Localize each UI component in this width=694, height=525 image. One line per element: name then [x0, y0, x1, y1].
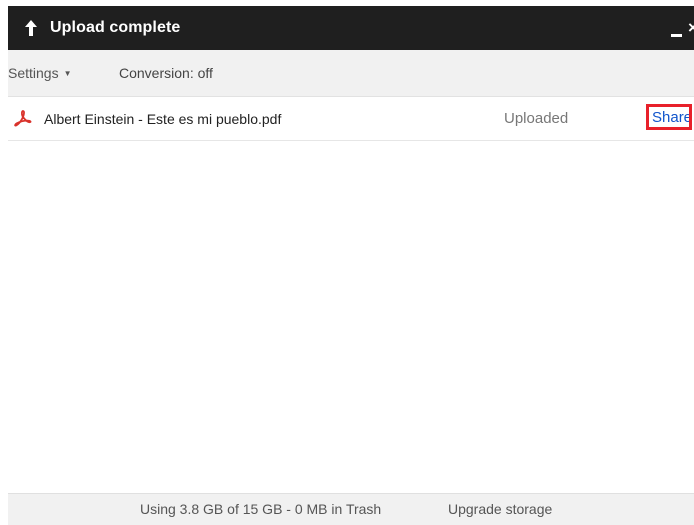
upload-dialog: Upload complete × Settings ▼ Conversion: …	[0, 0, 694, 525]
share-label: Share	[652, 109, 692, 126]
minimize-icon	[671, 34, 682, 37]
share-link[interactable]: Share	[646, 104, 692, 130]
chevron-down-icon: ▼	[63, 69, 72, 78]
window-title: Upload complete	[50, 19, 181, 36]
storage-usage: Using 3.8 GB of 15 GB - 0 MB in Trash	[140, 501, 382, 517]
minimize-button[interactable]	[668, 21, 686, 39]
conversion-toggle[interactable]: Conversion: off	[119, 64, 213, 82]
settings-label: Settings	[8, 65, 59, 81]
close-button[interactable]: ×	[688, 19, 694, 37]
upgrade-storage-link[interactable]: Upgrade storage	[448, 494, 552, 524]
list-item: Albert Einstein - Este es mi pueblo.pdf …	[8, 97, 694, 141]
upload-arrow-icon	[25, 20, 37, 36]
storage-footer: Using 3.8 GB of 15 GB - 0 MB in Trash Up…	[8, 493, 694, 525]
upload-status: Uploaded	[504, 110, 569, 127]
pdf-icon	[14, 110, 32, 127]
title-bar: Upload complete ×	[8, 6, 694, 50]
file-name: Albert Einstein - Este es mi pueblo.pdf	[44, 111, 282, 127]
upload-toolbar: Settings ▼ Conversion: off	[8, 50, 694, 97]
settings-menu[interactable]: Settings ▼	[8, 64, 72, 82]
